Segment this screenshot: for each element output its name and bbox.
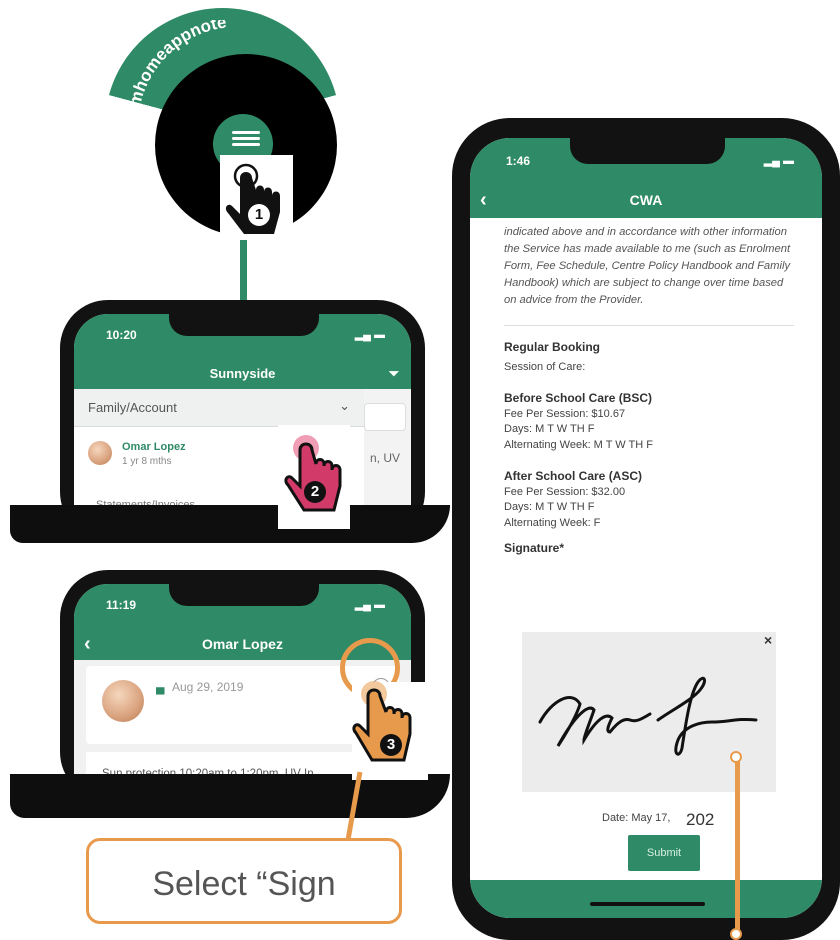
agreement-text: indicated above and in accordance with o…: [504, 226, 791, 306]
battery-icon: ▂▄ ▬: [354, 329, 385, 341]
bsc-title: Before School Care (BSC): [504, 391, 653, 405]
pointer-dot: [730, 928, 742, 940]
back-icon[interactable]: ‹: [480, 182, 487, 218]
tap-hand-icon: [352, 681, 412, 762]
bsc-days: Days: M T W TH F: [504, 423, 595, 435]
clear-signature-icon[interactable]: ×: [764, 632, 772, 648]
step-badge-3: 3: [380, 734, 402, 756]
bottom-bar: [470, 880, 822, 918]
feed-partial-text: n, UV: [370, 451, 401, 465]
pointer-dot: [730, 751, 742, 763]
child-name: Omar Lopez: [122, 441, 186, 453]
agreement-form: indicated above and in accordance with o…: [504, 224, 794, 557]
hamburger-menu-icon[interactable]: [232, 128, 260, 150]
avatar: [102, 680, 144, 722]
cake-icon: ▄: [156, 680, 165, 694]
signature-label: Signature*: [504, 541, 565, 555]
post-date: Aug 29, 2019: [172, 680, 244, 694]
instruction-callout: Select “Sign: [86, 838, 402, 924]
screen-title: CWA: [629, 192, 663, 208]
connector-line: [240, 240, 247, 300]
dropdown-label: Family/Account: [88, 400, 177, 415]
family-account-dropdown[interactable]: Family/Account ⌄: [74, 389, 364, 427]
status-time: 1:46: [506, 154, 531, 168]
tutorial-stage: fromhomeappnote 1 10:20 ▂▄ ▬ Sunnyside ⏷…: [0, 0, 840, 940]
battery-icon: ▂▄ ▬: [354, 599, 385, 611]
home-indicator: [590, 902, 705, 906]
back-icon[interactable]: ‹: [84, 628, 91, 660]
status-time: 10:20: [106, 328, 137, 342]
asc-title: After School Care (ASC): [504, 469, 643, 483]
regular-booking-title: Regular Booking: [504, 340, 601, 354]
phone-cwa: 1:46 ▂▄ ▬ ‹ CWA indicated above and in a…: [452, 118, 840, 940]
step-badge-2: 2: [304, 481, 326, 503]
asc-fee: Fee Per Session: $32.00: [504, 485, 626, 498]
pointer-line: [735, 761, 740, 931]
status-time: 11:19: [106, 598, 137, 612]
tap-hand-icon: [225, 163, 280, 234]
step-badge-1: 1: [248, 204, 270, 226]
bsc-alternating: Alternating Week: M T W TH F: [504, 438, 653, 451]
child-age: 1 yr 8 mths: [122, 456, 172, 467]
callout-pointer: [345, 771, 363, 841]
phone-shadow: [10, 505, 450, 543]
cwa-screen: 1:46 ▂▄ ▬ ‹ CWA indicated above and in a…: [470, 138, 822, 918]
asc-days: Days: M T W TH F: [504, 501, 595, 513]
chevron-down-icon: ⌄: [339, 398, 350, 413]
phone-shadow: [10, 774, 450, 818]
phone-sunnyside: 10:20 ▂▄ ▬ Sunnyside ⏷ Family/Account ⌄ …: [60, 300, 425, 540]
session-of-care: Session of Care:: [504, 360, 586, 373]
callout-text: Select “Sign: [152, 865, 336, 903]
overlay-number: 202: [686, 810, 715, 829]
tap-hand-icon: [284, 435, 342, 512]
filter-icon[interactable]: ⏷: [389, 358, 399, 389]
battery-icon: ▂▄ ▬: [763, 155, 794, 167]
signature-drawing: [538, 676, 758, 756]
screen-title: Omar Lopez: [202, 636, 283, 652]
avatar: [88, 441, 112, 465]
exit-icon: [130, 114, 142, 126]
asc-alternating: Alternating Week: F: [504, 516, 601, 529]
submit-button[interactable]: Submit: [628, 835, 700, 871]
bsc-fee: Fee Per Session: $10.67: [504, 407, 626, 420]
screen-title: Sunnyside: [209, 366, 276, 381]
